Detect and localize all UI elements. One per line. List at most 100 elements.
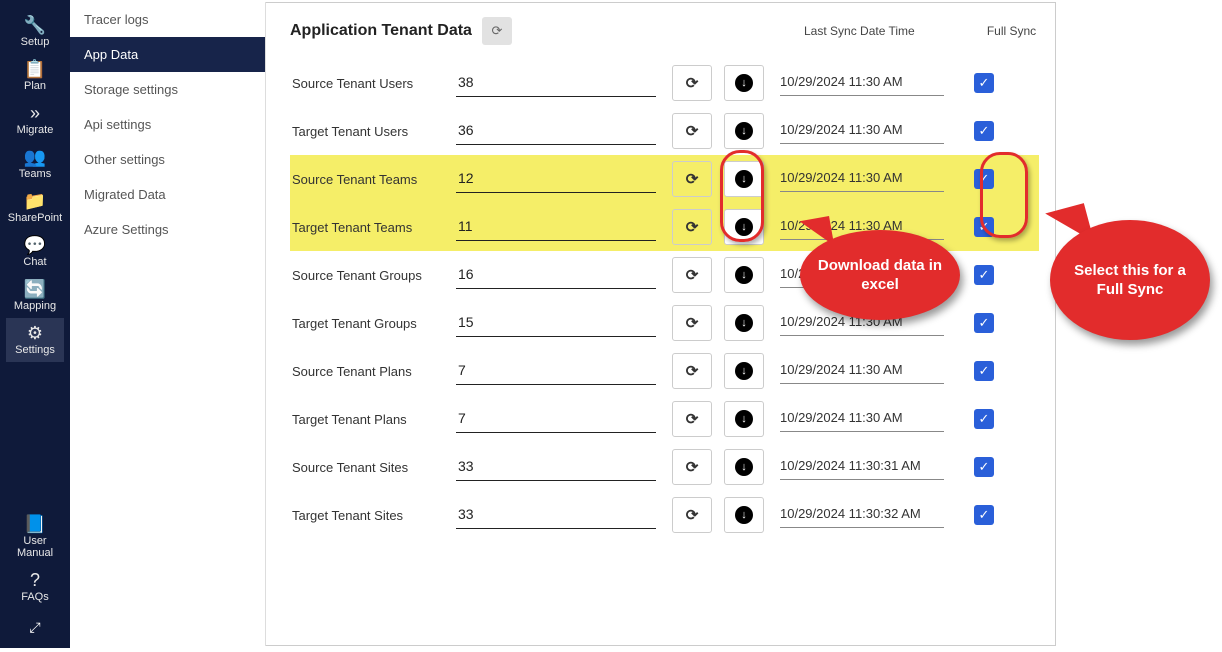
- row-date: 10/29/2024 11:30 AM: [780, 70, 944, 96]
- nav-item-mapping[interactable]: 🔄Mapping: [6, 274, 64, 318]
- chat-icon: 💬: [24, 236, 46, 254]
- refresh-all-button[interactable]: ⟳: [482, 17, 512, 45]
- data-row: Target Tenant Users36 ⟳ ↓ 10/29/2024 11:30 …: [290, 107, 1039, 155]
- refresh-button[interactable]: ⟳: [672, 209, 712, 245]
- download-icon: ↓: [735, 266, 753, 284]
- refresh-button[interactable]: ⟳: [672, 353, 712, 389]
- annotation-ring-download: [720, 150, 764, 242]
- fullsync-checkbox[interactable]: ✓: [974, 73, 994, 93]
- nav-item-sharepoint[interactable]: 📁SharePoint: [6, 186, 64, 230]
- settings-icon: ⚙: [27, 324, 43, 342]
- fullsync-checkbox[interactable]: ✓: [974, 409, 994, 429]
- download-button[interactable]: ↓: [724, 449, 764, 485]
- fullsync-cell: ✓: [964, 313, 1004, 333]
- fullsync-cell: ✓: [964, 361, 1004, 381]
- row-value: 33: [456, 502, 656, 529]
- migrate-icon: »: [30, 104, 40, 122]
- nav-label: SharePoint: [8, 212, 62, 224]
- user-manual-icon: 📘: [24, 515, 46, 533]
- refresh-button[interactable]: ⟳: [672, 497, 712, 533]
- nav-item-migrate[interactable]: » Migrate: [6, 98, 64, 142]
- subnav-item-azure-settings[interactable]: Azure Settings: [70, 212, 265, 247]
- refresh-button[interactable]: ⟳: [672, 401, 712, 437]
- refresh-icon: ⟳: [491, 23, 502, 39]
- fullsync-cell: ✓: [964, 409, 1004, 429]
- nav-item-setup[interactable]: 🔧Setup: [6, 10, 64, 54]
- row-date: 10/29/2024 11:30:32 AM: [780, 502, 944, 528]
- fullsync-checkbox[interactable]: ✓: [974, 457, 994, 477]
- row-label: Source Tenant Users: [290, 76, 456, 91]
- subnav-item-app-data[interactable]: App Data: [70, 37, 265, 72]
- subnav-item-other-settings[interactable]: Other settings: [70, 142, 265, 177]
- subnav-item-storage-settings[interactable]: Storage settings: [70, 72, 265, 107]
- nav-item-plan[interactable]: 📋Plan: [6, 54, 64, 98]
- row-value: 7: [456, 406, 656, 433]
- row-label: Target Tenant Sites: [290, 508, 456, 523]
- row-value: 12: [456, 166, 656, 193]
- row-value: 36: [456, 118, 656, 145]
- row-value: 11: [456, 214, 656, 241]
- download-button[interactable]: ↓: [724, 401, 764, 437]
- nav-item-settings[interactable]: ⚙ Settings: [6, 318, 64, 362]
- nav-label: Teams: [19, 168, 51, 180]
- callout-text: Download data in excel: [800, 256, 960, 295]
- refresh-button[interactable]: ⟳: [672, 305, 712, 341]
- data-row: Source Tenant Teams12⟳↓10/29/2024 11:30 …: [290, 155, 1039, 203]
- nav-label: Chat: [23, 256, 46, 268]
- row-date: 10/29/2024 11:30 AM: [780, 406, 944, 432]
- fullsync-cell: ✓: [964, 505, 1004, 525]
- row-value: 33: [456, 454, 656, 481]
- fullsync-checkbox[interactable]: ✓: [974, 313, 994, 333]
- download-button[interactable]: ↓: [724, 353, 764, 389]
- nav-label: User Manual: [4, 535, 66, 559]
- download-button[interactable]: ↓: [724, 305, 764, 341]
- fullsync-cell: ✓: [964, 265, 1004, 285]
- download-icon: ↓: [735, 362, 753, 380]
- download-icon: ↓: [735, 506, 753, 524]
- subnav-item-migrated-data[interactable]: Migrated Data: [70, 177, 265, 212]
- fullsync-cell: ✓: [964, 121, 1004, 141]
- subnav-item-tracer-logs[interactable]: Tracer logs: [70, 2, 265, 37]
- annotation-ring-fullsync: [980, 152, 1028, 238]
- data-row: Source Tenant Plans7⟳↓10/29/2024 11:30 A…: [290, 347, 1039, 395]
- fullsync-checkbox[interactable]: ✓: [974, 505, 994, 525]
- download-button[interactable]: ↓: [724, 65, 764, 101]
- data-row: Source Tenant Users38 ⟳ ↓ 10/29/2024 11:30 …: [290, 59, 1039, 107]
- row-date: 10/29/2024 11:30 AM: [780, 118, 944, 144]
- expand-icon[interactable]: ⤢: [19, 609, 50, 646]
- download-button[interactable]: ↓: [724, 497, 764, 533]
- refresh-button[interactable]: ⟳: [672, 65, 712, 101]
- row-date: 10/29/2024 11:30:31 AM: [780, 454, 944, 480]
- fullsync-checkbox[interactable]: ✓: [974, 361, 994, 381]
- row-label: Source Tenant Sites: [290, 460, 456, 475]
- nav-label: Settings: [15, 344, 55, 356]
- subnav-item-api-settings[interactable]: Api settings: [70, 107, 265, 142]
- nav-label: Setup: [21, 36, 50, 48]
- refresh-button[interactable]: ⟳: [672, 161, 712, 197]
- nav-item-teams[interactable]: 👥Teams: [6, 142, 64, 186]
- refresh-button[interactable]: ⟳: [672, 257, 712, 293]
- row-value: 38: [456, 70, 656, 97]
- row-label: Source Tenant Teams: [290, 172, 456, 187]
- refresh-button[interactable]: ⟳: [672, 449, 712, 485]
- row-label: Target Tenant Teams: [290, 220, 456, 235]
- row-label: Target Tenant Users: [290, 124, 456, 139]
- download-button[interactable]: ↓: [724, 113, 764, 149]
- refresh-icon: ⟳: [686, 362, 699, 380]
- download-icon: ↓: [735, 410, 753, 428]
- nav-label: Migrate: [17, 124, 54, 136]
- nav-item-chat[interactable]: 💬 Chat: [6, 230, 64, 274]
- nav-label: FAQs: [21, 591, 49, 603]
- data-row: Target Tenant Sites33 ⟳ ↓ 10/29/2024 11:30:…: [290, 491, 1039, 539]
- nav-item-user-manual[interactable]: 📘 User Manual: [2, 509, 68, 565]
- fullsync-checkbox[interactable]: ✓: [974, 265, 994, 285]
- refresh-button[interactable]: ⟳: [672, 113, 712, 149]
- download-icon: ↓: [735, 122, 753, 140]
- faqs-icon: ?: [30, 571, 40, 589]
- fullsync-checkbox[interactable]: ✓: [974, 121, 994, 141]
- plan-icon: 📋: [24, 60, 46, 78]
- page-title: Application Tenant Data: [290, 22, 472, 40]
- download-button[interactable]: ↓: [724, 257, 764, 293]
- settings-subnav: Tracer logsApp DataStorage settingsApi s…: [70, 2, 266, 646]
- nav-item-faqs[interactable]: ? FAQs: [2, 565, 68, 609]
